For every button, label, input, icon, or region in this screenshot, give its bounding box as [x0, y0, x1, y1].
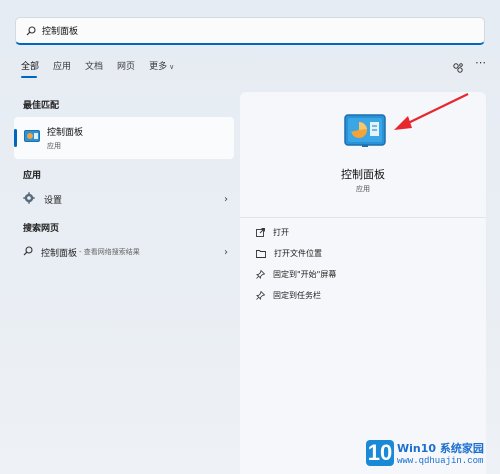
share-icon[interactable]: [452, 59, 464, 78]
action-open-file-location-label: 打开文件位置: [274, 249, 322, 258]
app-item-settings[interactable]: 设置 ›: [23, 188, 228, 210]
best-match-subtitle: 应用: [47, 142, 61, 150]
section-best-match: 最佳匹配: [23, 101, 60, 111]
best-match-title: 控制面板: [47, 128, 84, 138]
tab-all[interactable]: 全部: [21, 59, 39, 78]
chevron-right-icon[interactable]: ›: [224, 247, 228, 258]
selection-indicator: [14, 129, 17, 147]
action-pin-taskbar-label: 固定到任务栏: [273, 291, 321, 300]
filter-tabs: 全部 应用 文档 网页 更多 ∨: [21, 59, 188, 78]
app-item-settings-label: 设置: [44, 195, 63, 206]
tab-more[interactable]: 更多 ∨: [149, 59, 174, 78]
search-input[interactable]: [42, 25, 472, 36]
tab-all-label: 全部: [21, 62, 40, 72]
tab-web-label: 网页: [117, 62, 136, 72]
control-panel-large-icon: [344, 114, 386, 152]
pin-icon: [256, 291, 265, 300]
more-options-icon[interactable]: ⋯: [475, 56, 486, 69]
tab-documents[interactable]: 文档: [85, 59, 103, 78]
gear-icon: [23, 191, 35, 207]
tab-documents-label: 文档: [85, 62, 104, 72]
tab-more-label: 更多: [149, 62, 168, 72]
action-pin-taskbar[interactable]: 固定到任务栏: [256, 290, 321, 301]
chevron-down-icon: ∨: [169, 63, 175, 71]
search-icon: [23, 245, 33, 259]
web-search-item[interactable]: 控制面板 - 查看网络搜索结果 ›: [23, 241, 228, 263]
section-web: 搜索网页: [23, 224, 60, 234]
tab-apps-label: 应用: [53, 62, 72, 72]
tab-web[interactable]: 网页: [117, 59, 135, 78]
search-box[interactable]: [15, 17, 485, 45]
divider: [240, 217, 486, 218]
detail-panel: 控制面板 应用 打开 打开文件位置 固定到"开始"屏幕 固定到任务栏: [240, 92, 486, 474]
detail-subtitle: 应用: [356, 185, 370, 193]
chevron-right-icon[interactable]: ›: [224, 194, 228, 205]
watermark-title: Win10 系统家园: [397, 442, 484, 455]
web-search-hint: - 查看网络搜索结果: [79, 248, 140, 256]
search-icon: [26, 21, 36, 40]
tab-apps[interactable]: 应用: [53, 59, 71, 78]
watermark-logo: 10: [366, 440, 394, 466]
detail-title: 控制面板: [341, 168, 385, 181]
action-open-label: 打开: [273, 228, 289, 237]
watermark: 10 Win10 系统家园 www.qdhuajin.com: [366, 440, 484, 466]
action-open-file-location[interactable]: 打开文件位置: [256, 248, 322, 259]
best-match-item[interactable]: 控制面板 应用: [14, 117, 234, 159]
control-panel-icon: [24, 129, 40, 148]
open-icon: [256, 228, 265, 237]
action-pin-start[interactable]: 固定到"开始"屏幕: [256, 269, 336, 280]
section-apps: 应用: [23, 171, 42, 181]
pin-icon: [256, 270, 265, 279]
watermark-url: www.qdhuajin.com: [397, 456, 484, 466]
annotation-arrow: [394, 93, 469, 130]
action-pin-start-label: 固定到"开始"屏幕: [273, 270, 337, 279]
web-search-label: 控制面板: [41, 248, 78, 259]
action-open[interactable]: 打开: [256, 227, 289, 238]
folder-icon: [256, 250, 266, 258]
